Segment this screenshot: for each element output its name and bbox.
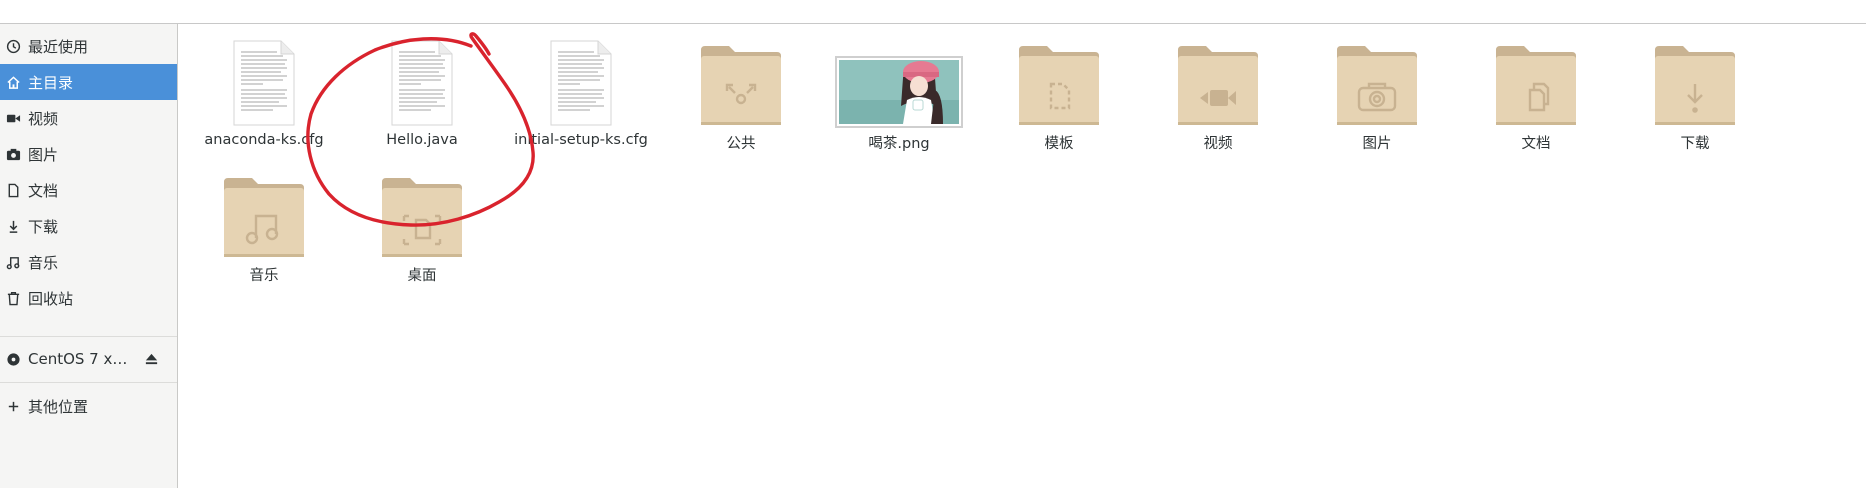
sidebar-item-downloads[interactable]: 下载 bbox=[0, 208, 177, 244]
sidebar-item-other-locations[interactable]: 其他位置 bbox=[0, 388, 177, 424]
sidebar-item-documents[interactable]: 文档 bbox=[0, 172, 177, 208]
music-icon bbox=[4, 253, 22, 271]
folder-name: 视频 bbox=[1203, 136, 1233, 152]
sidebar-item-home[interactable]: 主目录 bbox=[0, 64, 177, 100]
file-name: initial-setup-ks.cfg bbox=[514, 132, 648, 148]
video-icon bbox=[4, 109, 22, 127]
file-item[interactable]: anaconda-ks.cfg bbox=[184, 40, 344, 148]
folder-name: 下载 bbox=[1680, 136, 1710, 152]
image-thumbnail bbox=[835, 56, 963, 128]
folder-item[interactable]: 文档 bbox=[1456, 40, 1616, 153]
folder-name: 音乐 bbox=[249, 268, 279, 284]
folder-icon bbox=[1335, 40, 1419, 126]
document-icon bbox=[4, 181, 22, 199]
folder-name: 公共 bbox=[726, 136, 756, 152]
sidebar-item-label: 回收站 bbox=[28, 289, 74, 308]
sidebar-item-recent[interactable]: 最近使用 bbox=[0, 28, 177, 64]
folder-item[interactable]: 公共 bbox=[661, 40, 821, 153]
folder-icon bbox=[222, 172, 306, 258]
folder-item[interactable]: 音乐 bbox=[184, 172, 344, 285]
sidebar-item-label: CentOS 7 x… bbox=[28, 350, 128, 368]
sidebar-item-music[interactable]: 音乐 bbox=[0, 244, 177, 280]
sidebar-separator bbox=[0, 336, 177, 337]
folder-name: 文档 bbox=[1521, 136, 1551, 152]
folder-item[interactable]: 模板 bbox=[979, 40, 1139, 153]
clock-icon bbox=[4, 37, 22, 55]
sidebar-item-pictures[interactable]: 图片 bbox=[0, 136, 177, 172]
camera-icon bbox=[4, 145, 22, 163]
window-header-bar bbox=[0, 0, 1866, 24]
folder-item[interactable]: 视频 bbox=[1138, 40, 1298, 153]
folder-icon bbox=[699, 40, 783, 126]
folder-item[interactable]: 图片 bbox=[1297, 40, 1457, 153]
sidebar-item-videos[interactable]: 视频 bbox=[0, 100, 177, 136]
trash-icon bbox=[4, 289, 22, 307]
folder-icon bbox=[1017, 40, 1101, 126]
folder-name: 模板 bbox=[1044, 136, 1074, 152]
disc-icon bbox=[4, 350, 22, 368]
file-name: anaconda-ks.cfg bbox=[204, 132, 324, 148]
sidebar-item-device[interactable]: CentOS 7 x… bbox=[0, 341, 177, 377]
home-icon bbox=[4, 73, 22, 91]
download-icon bbox=[4, 217, 22, 235]
sidebar-item-trash[interactable]: 回收站 bbox=[0, 280, 177, 316]
sidebar-item-label: 文档 bbox=[28, 181, 59, 200]
folder-name: 图片 bbox=[1362, 136, 1392, 152]
sidebar-item-label: 主目录 bbox=[28, 73, 74, 92]
sidebar-item-label: 视频 bbox=[28, 109, 59, 128]
folder-item[interactable]: 桌面 bbox=[342, 172, 502, 285]
file-name: 喝茶.png bbox=[868, 136, 930, 152]
sidebar-item-label: 其他位置 bbox=[28, 397, 89, 416]
sidebar-item-label: 图片 bbox=[28, 145, 59, 164]
file-item[interactable]: initial-setup-ks.cfg bbox=[501, 40, 661, 148]
file-icon-view: anaconda-ks.cfg Hello.java initial-setup… bbox=[179, 24, 1866, 488]
file-name: Hello.java bbox=[386, 132, 458, 148]
text-file-icon bbox=[233, 40, 295, 126]
folder-icon bbox=[1653, 40, 1737, 126]
text-file-icon bbox=[550, 40, 612, 126]
folder-name: 桌面 bbox=[407, 268, 437, 284]
sidebar-item-label: 下载 bbox=[28, 217, 59, 236]
folder-icon bbox=[380, 172, 464, 258]
eject-icon[interactable] bbox=[143, 350, 159, 366]
sidebar-separator bbox=[0, 382, 177, 383]
places-sidebar: 最近使用 主目录 视频 图片 文档 下载 音乐 回收站 CentOS 7 x… … bbox=[0, 24, 178, 488]
sidebar-item-label: 最近使用 bbox=[28, 37, 89, 56]
file-item[interactable]: Hello.java bbox=[342, 40, 502, 148]
folder-icon bbox=[1176, 40, 1260, 126]
text-file-icon bbox=[391, 40, 453, 126]
sidebar-item-label: 音乐 bbox=[28, 253, 59, 272]
plus-icon bbox=[4, 397, 22, 415]
folder-icon bbox=[1494, 40, 1578, 126]
folder-item[interactable]: 下载 bbox=[1615, 40, 1775, 153]
image-file-item[interactable]: 喝茶.png bbox=[819, 40, 979, 153]
